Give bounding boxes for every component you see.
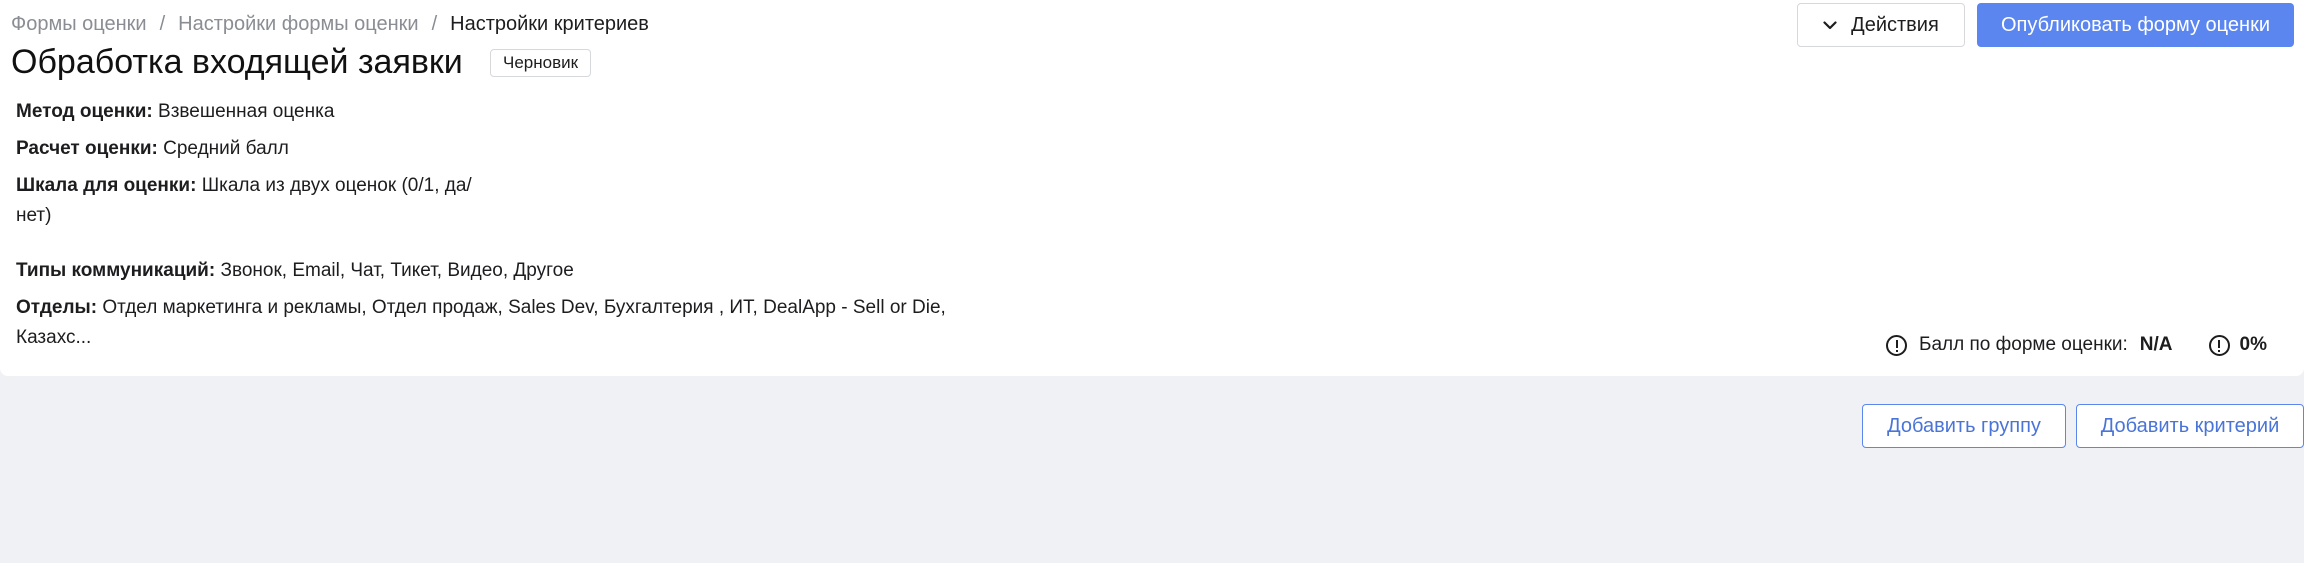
calculation-label: Расчет оценки: — [16, 138, 158, 159]
breadcrumb: Формы оценки / Настройки формы оценки / Наст… — [11, 12, 649, 36]
status-badge: Черновик — [490, 49, 592, 77]
form-score-summary: Балл по форме оценки: N/A 0% — [1886, 330, 2267, 360]
breadcrumb-separator: / — [159, 13, 166, 35]
calculation-value: Средний балл — [163, 138, 289, 159]
scale-row: Шкала для оценки: Шкала из двух оценок (… — [16, 171, 472, 231]
breadcrumb-item-criteria-settings: Настройки критериев — [450, 13, 649, 35]
actions-dropdown-button[interactable]: Действия — [1797, 3, 1965, 47]
departments-value: Отдел маркетинга и рекламы, Отдел продаж… — [102, 297, 946, 318]
method-row: Метод оценки: Взвешенная оценка — [16, 97, 334, 127]
breadcrumb-item-form-settings[interactable]: Настройки формы оценки — [178, 13, 418, 35]
method-value: Взвешенная оценка — [158, 101, 335, 122]
communication-types-label: Типы коммуникаций: — [16, 260, 216, 281]
publish-form-button[interactable]: Опубликовать форму оценки — [1977, 3, 2294, 47]
form-score-percent: 0% — [2239, 334, 2267, 355]
actions-button-label: Действия — [1851, 13, 1939, 36]
form-header-panel: Формы оценки / Настройки формы оценки / Наст… — [0, 0, 2304, 376]
add-group-button[interactable]: Добавить группу — [1862, 404, 2066, 448]
calculation-row: Расчет оценки: Средний балл — [16, 134, 289, 164]
breadcrumb-item-forms[interactable]: Формы оценки — [11, 13, 147, 35]
communication-types-row: Типы коммуникаций: Звонок, Email, Чат, Т… — [16, 256, 574, 286]
scale-value: Шкала из двух оценок (0/1, да/ — [201, 175, 472, 196]
scale-value-continued: нет) — [16, 205, 52, 226]
chevron-down-icon — [1823, 20, 1837, 30]
departments-value-continued: Казахс... — [16, 327, 92, 348]
form-score-label: Балл по форме оценки: — [1919, 334, 2128, 355]
scale-label: Шкала для оценки: — [16, 175, 197, 196]
info-icon[interactable] — [1886, 334, 1907, 356]
departments-label: Отделы: — [16, 297, 98, 318]
page-title: Обработка входящей заявки — [11, 43, 463, 81]
add-criterion-button[interactable]: Добавить критерий — [2076, 404, 2304, 448]
method-label: Метод оценки: — [16, 101, 153, 122]
info-icon[interactable] — [2208, 334, 2230, 356]
departments-row: Отделы: Отдел маркетинга и рекламы, Отде… — [16, 293, 946, 353]
form-score-value: N/A — [2139, 334, 2173, 355]
communication-types-value: Звонок, Email, Чат, Тикет, Видео, Другое — [220, 260, 574, 281]
breadcrumb-separator: / — [431, 13, 438, 35]
